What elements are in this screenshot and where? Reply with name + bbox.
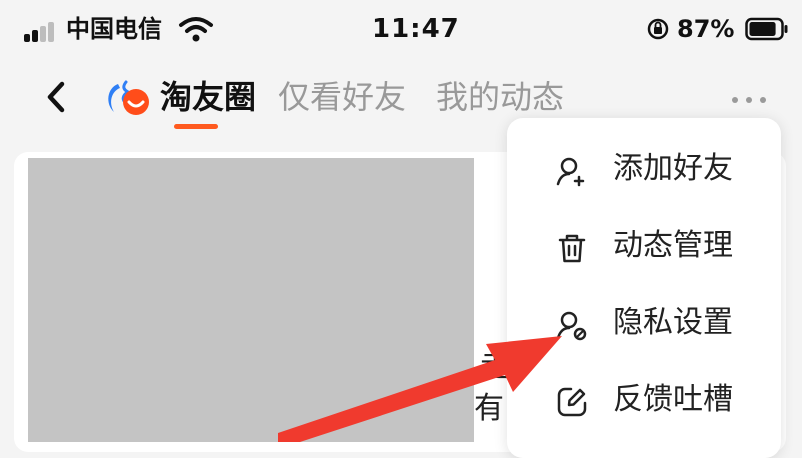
add-friend-icon: [556, 157, 585, 187]
taoyouquan-logo-icon: [108, 80, 149, 115]
menu-item-privacy-settings[interactable]: 隐私设置: [507, 288, 781, 358]
menu-item-label: 动态管理: [613, 228, 733, 263]
edit-icon: [557, 387, 587, 417]
menu-item-label: 隐私设置: [613, 305, 733, 340]
menu-item-label: 反馈吐槽: [613, 382, 733, 417]
back-arrow-icon[interactable]: [42, 78, 70, 116]
clock: 11:47: [372, 14, 460, 44]
rotation-lock-icon: [647, 18, 669, 40]
post-text-fragment: 有: [474, 391, 504, 426]
menu-item-label: 添加好友: [613, 151, 733, 186]
post-image[interactable]: [28, 158, 474, 442]
more-options-icon[interactable]: [730, 94, 770, 106]
menu-item-add-friend[interactable]: 添加好友: [507, 134, 781, 204]
privacy-icon: [556, 311, 587, 341]
wifi-icon: [179, 17, 213, 42]
tab-taoyouquan[interactable]: 淘友圈: [160, 76, 256, 118]
carrier-name: 中国电信: [66, 15, 162, 43]
trash-icon: [558, 234, 586, 263]
more-options-menu: 添加好友 动态管理 隐私设置 反馈吐槽: [507, 118, 781, 458]
tab-friends-only[interactable]: 仅看好友: [278, 76, 406, 118]
tab-my-posts[interactable]: 我的动态: [436, 76, 564, 118]
menu-item-feedback[interactable]: 反馈吐槽: [507, 365, 781, 435]
battery-icon: [745, 17, 788, 41]
battery-percent: 87%: [677, 15, 735, 43]
active-tab-indicator: [174, 124, 218, 129]
post-text-fragment: 走: [480, 349, 510, 384]
signal-strength-icon: [24, 20, 58, 42]
status-bar: 中国电信 11:47 87%: [0, 0, 802, 60]
menu-item-post-management[interactable]: 动态管理: [507, 211, 781, 281]
